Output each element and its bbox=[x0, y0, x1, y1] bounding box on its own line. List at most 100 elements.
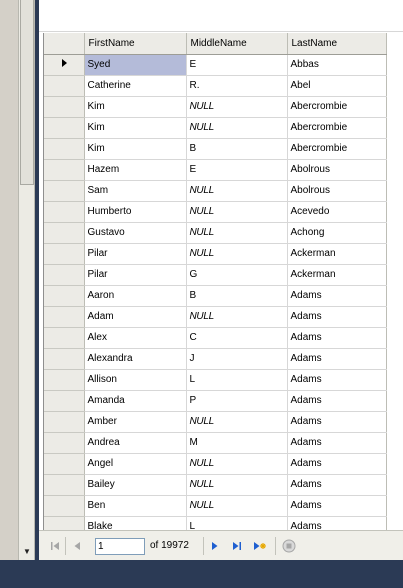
first-record-icon[interactable] bbox=[49, 540, 61, 552]
cell-firstname[interactable]: Kim bbox=[84, 138, 187, 160]
table-row[interactable]: Bailey NULL Adams bbox=[44, 474, 387, 496]
cell-middlename[interactable]: E bbox=[186, 159, 288, 181]
column-header-lastname[interactable]: LastName bbox=[287, 33, 387, 55]
row-header[interactable] bbox=[44, 285, 85, 307]
table-row[interactable]: Pilar G Ackerman bbox=[44, 264, 387, 286]
cell-firstname[interactable]: Angel bbox=[84, 453, 187, 475]
row-header[interactable] bbox=[44, 495, 85, 517]
table-row[interactable]: Alexandra J Adams bbox=[44, 348, 387, 370]
table-row[interactable]: Syed E Abbas bbox=[44, 54, 387, 76]
cell-firstname[interactable]: Catherine bbox=[84, 75, 187, 97]
cell-lastname[interactable]: Adams bbox=[287, 327, 387, 349]
cell-middlename[interactable]: B bbox=[186, 138, 288, 160]
column-header-middlename[interactable]: MiddleName bbox=[186, 33, 288, 55]
current-page-input[interactable]: 1 bbox=[95, 538, 145, 555]
cell-middlename[interactable]: J bbox=[186, 348, 288, 370]
row-header[interactable] bbox=[44, 180, 85, 202]
row-header[interactable] bbox=[44, 243, 85, 265]
table-row[interactable]: Kim NULL Abercrombie bbox=[44, 96, 387, 118]
table-row[interactable]: Allison L Adams bbox=[44, 369, 387, 391]
cell-lastname[interactable]: Abercrombie bbox=[287, 117, 387, 139]
table-row[interactable]: Aaron B Adams bbox=[44, 285, 387, 307]
cell-firstname[interactable]: Andrea bbox=[84, 432, 187, 454]
cell-firstname[interactable]: Kim bbox=[84, 96, 187, 118]
cell-lastname[interactable]: Abercrombie bbox=[287, 138, 387, 160]
row-header[interactable] bbox=[44, 306, 85, 328]
table-row[interactable]: Pilar NULL Ackerman bbox=[44, 243, 387, 265]
cell-lastname[interactable]: Adams bbox=[287, 453, 387, 475]
new-record-icon[interactable] bbox=[253, 540, 267, 552]
last-record-icon[interactable] bbox=[231, 540, 243, 552]
cell-lastname[interactable]: Adams bbox=[287, 348, 387, 370]
row-header[interactable] bbox=[44, 474, 85, 496]
cell-firstname[interactable]: Amanda bbox=[84, 390, 187, 412]
cell-firstname[interactable]: Allison bbox=[84, 369, 187, 391]
cell-firstname[interactable]: Ben bbox=[84, 495, 187, 517]
table-row[interactable]: Humberto NULL Acevedo bbox=[44, 201, 387, 223]
cell-lastname[interactable]: Adams bbox=[287, 390, 387, 412]
cell-lastname[interactable]: Adams bbox=[287, 495, 387, 517]
cell-lastname[interactable]: Achong bbox=[287, 222, 387, 244]
cell-middlename[interactable]: E bbox=[186, 54, 288, 76]
previous-record-icon[interactable] bbox=[71, 540, 83, 552]
cell-firstname[interactable]: Alexandra bbox=[84, 348, 187, 370]
cell-firstname[interactable]: Blake bbox=[84, 516, 187, 530]
scroll-down-icon[interactable]: ▼ bbox=[20, 545, 34, 559]
table-row[interactable]: Sam NULL Abolrous bbox=[44, 180, 387, 202]
row-header[interactable] bbox=[44, 432, 85, 454]
cell-lastname[interactable]: Abbas bbox=[287, 54, 387, 76]
row-header[interactable] bbox=[44, 411, 85, 433]
cell-middlename[interactable]: L bbox=[186, 516, 288, 530]
row-header[interactable] bbox=[44, 516, 85, 530]
cell-lastname[interactable]: Ackerman bbox=[287, 243, 387, 265]
cell-middlename[interactable]: NULL bbox=[186, 495, 288, 517]
table-row[interactable]: Alex C Adams bbox=[44, 327, 387, 349]
cell-firstname[interactable]: Aaron bbox=[84, 285, 187, 307]
cell-middlename[interactable]: NULL bbox=[186, 180, 288, 202]
cell-lastname[interactable]: Adams bbox=[287, 306, 387, 328]
table-row[interactable]: Amber NULL Adams bbox=[44, 411, 387, 433]
row-header[interactable] bbox=[44, 453, 85, 475]
cell-firstname[interactable]: Syed bbox=[84, 54, 187, 76]
table-row[interactable]: Adam NULL Adams bbox=[44, 306, 387, 328]
cell-firstname[interactable]: Bailey bbox=[84, 474, 187, 496]
row-header[interactable] bbox=[44, 222, 85, 244]
cell-middlename[interactable]: NULL bbox=[186, 201, 288, 223]
cell-middlename[interactable]: B bbox=[186, 285, 288, 307]
cell-lastname[interactable]: Adams bbox=[287, 285, 387, 307]
cell-firstname[interactable]: Gustavo bbox=[84, 222, 187, 244]
cell-lastname[interactable]: Adams bbox=[287, 516, 387, 530]
cell-middlename[interactable]: C bbox=[186, 327, 288, 349]
row-header[interactable] bbox=[44, 117, 85, 139]
cell-middlename[interactable]: NULL bbox=[186, 306, 288, 328]
cell-firstname[interactable]: Adam bbox=[84, 306, 187, 328]
row-header[interactable] bbox=[44, 159, 85, 181]
vertical-scrollbar[interactable]: ▼ bbox=[18, 0, 35, 560]
cell-firstname[interactable]: Sam bbox=[84, 180, 187, 202]
cell-lastname[interactable]: Abel bbox=[287, 75, 387, 97]
cell-middlename[interactable]: NULL bbox=[186, 222, 288, 244]
table-row[interactable]: Catherine R. Abel bbox=[44, 75, 387, 97]
row-header[interactable] bbox=[44, 96, 85, 118]
table-row[interactable]: Andrea M Adams bbox=[44, 432, 387, 454]
cell-firstname[interactable]: Humberto bbox=[84, 201, 187, 223]
row-header[interactable] bbox=[44, 138, 85, 160]
cell-middlename[interactable]: G bbox=[186, 264, 288, 286]
cell-firstname[interactable]: Pilar bbox=[84, 264, 187, 286]
table-row[interactable]: Hazem E Abolrous bbox=[44, 159, 387, 181]
stop-icon[interactable] bbox=[282, 539, 296, 553]
cell-lastname[interactable]: Adams bbox=[287, 432, 387, 454]
table-row[interactable]: Gustavo NULL Achong bbox=[44, 222, 387, 244]
cell-middlename[interactable]: L bbox=[186, 369, 288, 391]
sql-pane[interactable] bbox=[39, 0, 403, 32]
table-row[interactable]: Kim B Abercrombie bbox=[44, 138, 387, 160]
table-row[interactable]: Ben NULL Adams bbox=[44, 495, 387, 517]
cell-lastname[interactable]: Adams bbox=[287, 411, 387, 433]
row-header[interactable] bbox=[44, 264, 85, 286]
row-header-corner[interactable] bbox=[44, 33, 85, 55]
cell-middlename[interactable]: NULL bbox=[186, 117, 288, 139]
cell-middlename[interactable]: NULL bbox=[186, 411, 288, 433]
table-row[interactable]: Kim NULL Abercrombie bbox=[44, 117, 387, 139]
row-header[interactable] bbox=[44, 369, 85, 391]
cell-middlename[interactable]: R. bbox=[186, 75, 288, 97]
